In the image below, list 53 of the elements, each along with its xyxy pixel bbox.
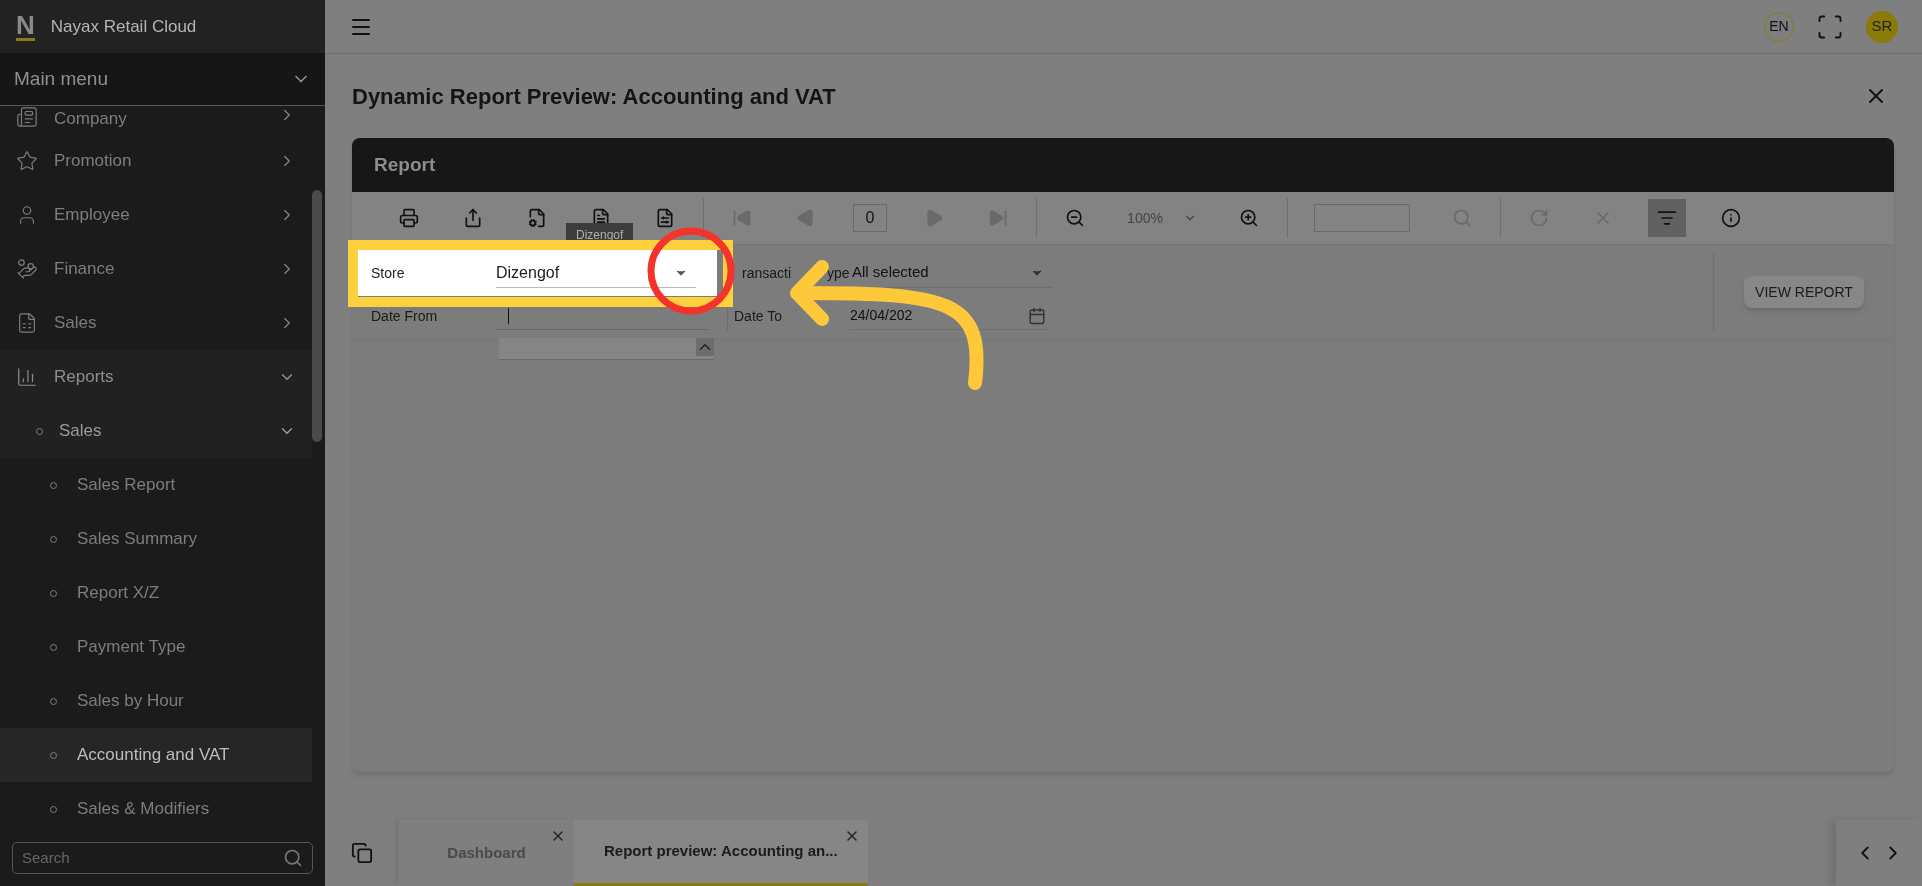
user-avatar[interactable]: SR bbox=[1866, 10, 1898, 43]
sidebar-item[interactable]: Payment Type bbox=[0, 620, 312, 674]
file-gear-icon bbox=[527, 208, 547, 228]
field-label: Date From bbox=[371, 306, 439, 326]
sidebar-item[interactable]: Employee bbox=[0, 188, 312, 242]
filter-button[interactable] bbox=[1648, 199, 1686, 237]
sidebar-item[interactable]: Finance bbox=[0, 242, 312, 296]
bar-chart-icon bbox=[16, 366, 38, 388]
sidebar-item[interactable]: Sales bbox=[0, 296, 312, 350]
sidebar-item[interactable]: Sales bbox=[0, 404, 312, 458]
search-icon bbox=[283, 848, 303, 868]
sidebar-item[interactable]: Report X/Z bbox=[0, 566, 312, 620]
page-title: Dynamic Report Preview: Accounting and VAT bbox=[352, 82, 836, 111]
calendar-icon bbox=[1028, 306, 1046, 325]
store-row: Store Dizengof bbox=[358, 250, 717, 296]
filter-icon bbox=[1657, 208, 1677, 228]
sidebar-item[interactable]: Sales Report bbox=[0, 458, 312, 512]
sidebar-item[interactable]: Accounting and VAT bbox=[0, 728, 312, 782]
search-icon bbox=[1452, 208, 1472, 228]
zoom-out-icon bbox=[1065, 208, 1085, 228]
zoom-in-icon bbox=[1239, 208, 1259, 228]
export-icon bbox=[463, 208, 483, 228]
transaction-type-select[interactable]: All selected bbox=[852, 258, 1052, 288]
skip-last-icon bbox=[988, 208, 1008, 228]
triangle-left-icon bbox=[796, 208, 816, 228]
sidebar-item[interactable]: Reports bbox=[0, 350, 312, 404]
field-label: ransacti bbox=[742, 263, 792, 283]
tab[interactable]: Report preview: Accounting an... bbox=[574, 820, 868, 886]
triangle-right-icon bbox=[924, 208, 944, 228]
page-number-field[interactable]: 0 bbox=[853, 204, 887, 232]
field-label: Date To bbox=[734, 306, 783, 326]
view-report-button[interactable]: VIEW REPORT bbox=[1744, 276, 1864, 308]
search-field[interactable]: Search bbox=[12, 842, 313, 874]
print-icon bbox=[399, 208, 419, 228]
field-label: ype bbox=[827, 263, 850, 283]
sidebar-item[interactable]: Sales Summary bbox=[0, 512, 312, 566]
menu-title: Main menu bbox=[14, 67, 108, 91]
panel-title: Report bbox=[374, 152, 436, 177]
skip-first-icon bbox=[732, 208, 752, 228]
app-name: Nayax Retail Cloud bbox=[50, 16, 197, 38]
store-select[interactable]: Dizengof bbox=[496, 258, 696, 288]
sidebar-item[interactable]: Sales & Modifiers bbox=[0, 782, 312, 836]
sidebar-item[interactable]: Company bbox=[0, 106, 312, 134]
zoom-select[interactable]: 100% bbox=[1107, 203, 1217, 233]
date-to-field[interactable]: 24/04/202 bbox=[850, 302, 1050, 330]
sidebar-item[interactable]: Sales by Hour bbox=[0, 674, 312, 728]
file-gear-icon bbox=[655, 208, 675, 228]
logo: N bbox=[16, 12, 35, 42]
info-icon bbox=[1721, 208, 1741, 228]
search-field[interactable] bbox=[1314, 204, 1410, 232]
sidebar-item[interactable]: Promotion bbox=[0, 134, 312, 188]
scrollbar-thumb[interactable] bbox=[312, 190, 322, 442]
refresh-icon bbox=[1529, 208, 1549, 228]
